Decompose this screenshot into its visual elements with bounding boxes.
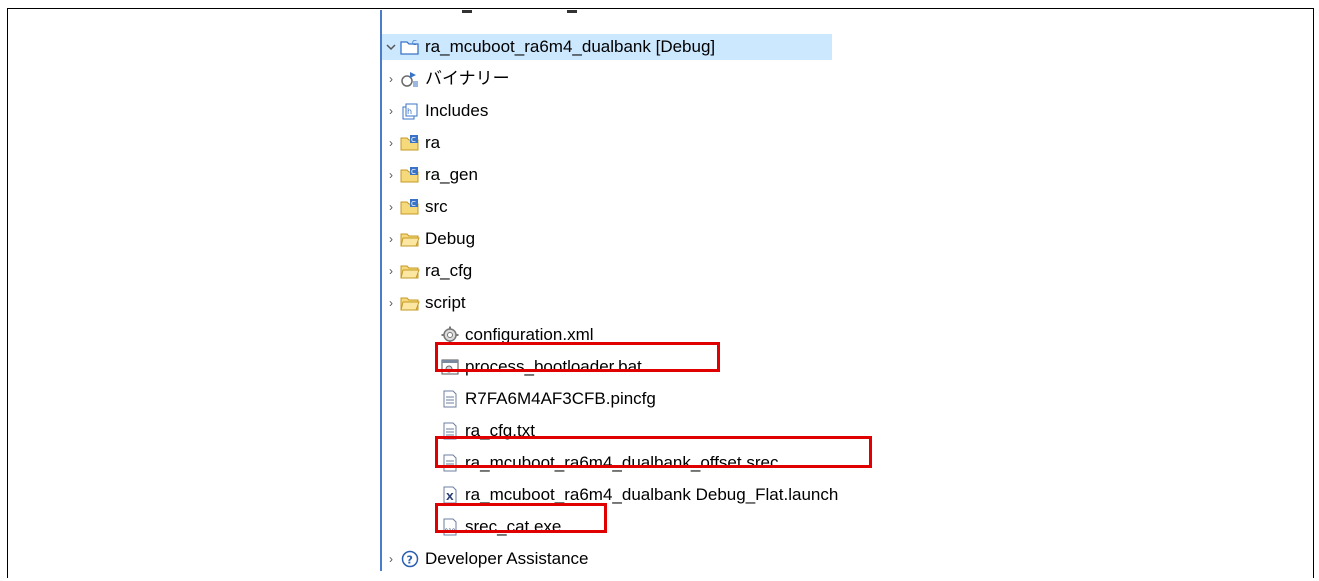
batch-file-icon	[440, 357, 460, 377]
tree-item-label: バイナリー	[425, 69, 510, 88]
chevron-right-icon[interactable]: ›	[382, 198, 400, 216]
tree-root-label: ra_mcuboot_ra6m4_dualbank [Debug]	[425, 37, 716, 56]
chevron-right-icon[interactable]: ›	[382, 294, 400, 312]
svg-text:C: C	[411, 200, 416, 208]
includes-icon: h	[400, 101, 420, 121]
tree-item-pincfg[interactable]: R7FA6M4AF3CFB.pincfg	[440, 386, 656, 412]
tree-item-ra-cfg-txt[interactable]: ra_cfg.txt	[440, 418, 535, 444]
tree-item-label: ra	[425, 133, 441, 152]
chevron-down-icon[interactable]	[382, 38, 400, 56]
text-file-icon	[440, 453, 460, 473]
tree-item-process-bootloader-bat[interactable]: process_bootloader.bat	[440, 354, 642, 380]
svg-text:?: ?	[407, 554, 413, 567]
tree-item-label: src	[425, 197, 448, 216]
tree-item-label: Debug	[425, 229, 476, 248]
tree-item-label: ra_cfg.txt	[465, 421, 535, 440]
tree-item-configuration-xml[interactable]: configuration.xml	[440, 322, 594, 348]
help-icon: ?	[400, 549, 420, 569]
folder-icon	[400, 229, 420, 249]
tree-item-ra-gen[interactable]: › C ra_gen	[382, 162, 478, 188]
svg-text:010: 010	[445, 528, 456, 535]
clipped-row-remnant	[462, 10, 577, 16]
chevron-right-icon[interactable]: ›	[382, 166, 400, 184]
text-file-icon	[440, 389, 460, 409]
folder-icon	[400, 293, 420, 313]
chevron-right-icon[interactable]: ›	[382, 230, 400, 248]
tree-item-label: ra_gen	[425, 165, 478, 184]
tree-item-label: script	[425, 293, 466, 312]
source-folder-icon: C	[400, 197, 420, 217]
chevron-right-icon[interactable]: ›	[382, 262, 400, 280]
source-folder-icon: C	[400, 165, 420, 185]
chevron-right-icon[interactable]: ›	[382, 102, 400, 120]
tree-item-label: ra_cfg	[425, 261, 473, 280]
tree-item-label: process_bootloader.bat	[465, 357, 642, 376]
svg-text:C: C	[411, 136, 416, 144]
tree-item-label: Developer Assistance	[425, 549, 589, 568]
tree-item-binaries[interactable]: › バイナリー	[382, 66, 510, 92]
source-folder-icon: C	[400, 133, 420, 153]
tree-item-ra-cfg[interactable]: › ra_cfg	[382, 258, 472, 284]
svg-text:C: C	[412, 39, 417, 47]
chevron-right-icon[interactable]: ›	[382, 70, 400, 88]
svg-text:X: X	[446, 492, 454, 503]
tree-item-label: R7FA6M4AF3CFB.pincfg	[465, 389, 656, 408]
tree-item-developer-assistance[interactable]: › ? Developer Assistance	[382, 546, 588, 571]
tree-item-label: srec_cat.exe	[465, 517, 562, 536]
tree-item-script[interactable]: › script	[382, 290, 466, 316]
folder-icon	[400, 261, 420, 281]
tree-item-ra[interactable]: › C ra	[382, 130, 440, 156]
tree-item-label: ra_mcuboot_ra6m4_dualbank_offset.srec	[465, 453, 779, 472]
tree-item-launch-file[interactable]: X ra_mcuboot_ra6m4_dualbank Debug_Flat.l…	[440, 482, 838, 508]
tree-item-label: Includes	[425, 101, 489, 120]
project-folder-icon: C	[400, 37, 420, 57]
project-explorer-tree: C ra_mcuboot_ra6m4_dualbank [Debug] › バイ…	[380, 10, 957, 571]
tree-item-includes[interactable]: › h Includes	[382, 98, 488, 124]
binaries-icon	[400, 69, 420, 89]
tree-item-debug[interactable]: › Debug	[382, 226, 475, 252]
text-file-icon	[440, 421, 460, 441]
chevron-right-icon[interactable]: ›	[382, 550, 400, 568]
tree-item-srec-cat-exe[interactable]: 010 srec_cat.exe	[440, 514, 561, 540]
tree-item-label: configuration.xml	[465, 325, 594, 344]
svg-text:C: C	[411, 168, 416, 176]
gear-file-icon	[440, 325, 460, 345]
tree-item-src[interactable]: › C src	[382, 194, 448, 220]
tree-root-row[interactable]: C ra_mcuboot_ra6m4_dualbank [Debug]	[382, 34, 832, 60]
launch-file-icon: X	[440, 485, 460, 505]
tree-item-label: ra_mcuboot_ra6m4_dualbank Debug_Flat.lau…	[465, 485, 839, 504]
chevron-right-icon[interactable]: ›	[382, 134, 400, 152]
svg-text:h: h	[407, 107, 412, 116]
tree-item-offset-srec[interactable]: ra_mcuboot_ra6m4_dualbank_offset.srec	[440, 450, 778, 476]
binary-file-icon: 010	[440, 517, 460, 537]
